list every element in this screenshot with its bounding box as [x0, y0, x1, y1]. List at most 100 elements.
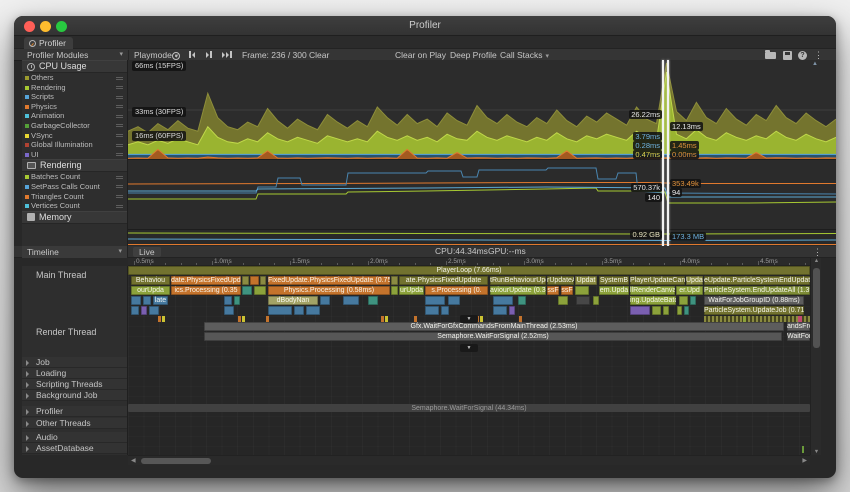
scroll-right-icon[interactable]: ▶	[802, 456, 807, 466]
drag-handle-icon[interactable]	[116, 205, 123, 208]
flame-segment[interactable]: WaitForSig	[787, 332, 810, 341]
legend-item-others[interactable]: Others	[22, 73, 127, 83]
drag-handle-icon[interactable]	[116, 153, 123, 156]
drag-handle-icon[interactable]	[116, 105, 123, 108]
thread-label-scripting-threads[interactable]: Scripting Threads	[22, 379, 127, 390]
flame-segment[interactable]	[684, 306, 689, 315]
memory-chart[interactable]	[128, 230, 836, 246]
load-profile-icon[interactable]	[765, 52, 776, 59]
titlebar[interactable]: Profiler	[14, 16, 836, 36]
chart-pane[interactable]: 66ms (15FPS)33ms (30FPS)16ms (60FPS)26.2…	[128, 60, 836, 246]
drag-handle-icon[interactable]	[116, 195, 123, 198]
flame-segment[interactable]: late	[153, 296, 168, 305]
flame-segment[interactable]	[343, 296, 359, 305]
thread-label-render-thread[interactable]: Render Thread	[22, 327, 127, 338]
flame-segment[interactable]: Updat	[575, 276, 597, 285]
flame-segment[interactable]: urUpda	[399, 286, 424, 295]
legend-item-scripts[interactable]: Scripts	[22, 92, 127, 102]
flame-segment[interactable]	[679, 296, 688, 305]
flame-segment[interactable]: andsFrom	[787, 322, 810, 331]
scrollbar-thumb[interactable]	[141, 458, 211, 464]
legend-item-triangles-count[interactable]: Triangles Count	[22, 192, 127, 202]
flame-segment[interactable]	[575, 286, 589, 295]
next-frame-button[interactable]	[206, 51, 212, 58]
module-header-cpu-usage[interactable]: CPU Usage	[22, 60, 127, 73]
flame-segment[interactable]	[320, 296, 330, 305]
save-profile-icon[interactable]	[783, 51, 792, 60]
rendering-chart[interactable]	[128, 160, 836, 230]
thread-label-loading[interactable]: Loading	[22, 368, 127, 379]
flame-segment[interactable]	[131, 306, 139, 315]
drag-handle-icon[interactable]	[116, 185, 123, 188]
flame-segment[interactable]: Behaviou	[131, 276, 170, 285]
flame-segment[interactable]: ing.UpdateBatch	[630, 296, 676, 305]
vertical-scrollbar[interactable]: ▲ ▼	[810, 258, 821, 455]
flame-segment[interactable]: FixedUpdate.PhysicsFixedUpdate (0.75ms)	[268, 276, 390, 285]
flame-segment[interactable]	[425, 296, 445, 305]
flame-segment[interactable]: ssF	[561, 286, 573, 295]
flame-segment[interactable]: eUpdate.ParticleSystemEndUpdateAll (1	[704, 276, 810, 285]
flame-segment[interactable]	[630, 306, 650, 315]
drag-handle-icon[interactable]	[116, 176, 123, 179]
flame-segment[interactable]	[576, 296, 590, 305]
thread-label-assetdatabase[interactable]: AssetDatabase	[22, 443, 127, 454]
flame-segment[interactable]	[294, 306, 304, 315]
cpu-usage-chart[interactable]	[128, 60, 836, 160]
drag-handle-icon[interactable]	[116, 86, 123, 89]
expand-rows-button[interactable]: ▼	[460, 315, 478, 323]
legend-item-rendering[interactable]: Rendering	[22, 83, 127, 93]
thread-label-profiler[interactable]: Profiler	[22, 406, 127, 417]
flame-segment[interactable]	[518, 296, 526, 305]
flame-segment[interactable]: date.PhysicsFixedUpdate (0	[171, 276, 241, 285]
prev-frame-button[interactable]	[189, 51, 195, 58]
legend-item-physics[interactable]: Physics	[22, 102, 127, 112]
drag-handle-icon[interactable]	[116, 77, 123, 80]
flame-segment[interactable]	[558, 296, 568, 305]
flame-segment[interactable]: Updat	[686, 276, 703, 285]
legend-item-vsync[interactable]: VSync	[22, 131, 127, 141]
flame-segment[interactable]: s.Processing (0.	[425, 286, 488, 295]
flame-segment[interactable]	[254, 286, 266, 295]
flame-segment[interactable]: tRunBehaviourUpd	[490, 276, 546, 285]
flame-segment[interactable]: Semaphore.WaitForSignal (2.52ms)	[204, 332, 782, 341]
legend-item-vertices-count[interactable]: Vertices Count	[22, 201, 127, 211]
legend-item-ui[interactable]: UI	[22, 150, 127, 160]
flame-segment[interactable]	[242, 286, 252, 295]
flame-segment[interactable]: WaitForJobGroupID (0.88ms)	[704, 296, 804, 305]
scroll-up-icon[interactable]: ▲	[811, 258, 822, 264]
thread-label-other-threads[interactable]: Other Threads	[22, 418, 127, 429]
flame-segment[interactable]: ParticleSystem.UpdateJob (0.71ms)	[704, 306, 804, 315]
thread-label-background-job[interactable]: Background Job	[22, 390, 127, 401]
flame-segment[interactable]	[242, 276, 249, 285]
flame-segment[interactable]: PlayerLoop (7.66ms)	[128, 266, 810, 275]
flame-segment[interactable]	[493, 306, 507, 315]
flame-segment[interactable]	[250, 276, 259, 285]
flame-segment[interactable]: ourUpda	[131, 286, 170, 295]
flame-segment[interactable]: em.Upda	[599, 286, 629, 295]
legend-item-batches-count[interactable]: Batches Count	[22, 172, 127, 182]
flame-segment[interactable]	[131, 296, 141, 305]
flame-segment[interactable]	[260, 276, 266, 285]
flame-segment[interactable]	[493, 296, 513, 305]
flame-segment[interactable]	[268, 306, 292, 315]
flame-segment[interactable]	[690, 296, 696, 305]
timeline-kebab-icon[interactable]: ⋮	[813, 246, 822, 258]
drag-handle-icon[interactable]	[116, 134, 123, 137]
drag-handle-icon[interactable]	[116, 144, 123, 147]
flame-segment[interactable]	[677, 306, 682, 315]
flame-segment[interactable]	[224, 296, 232, 305]
scroll-down-icon[interactable]: ▼	[811, 449, 822, 455]
drag-handle-icon[interactable]	[116, 124, 123, 127]
flame-segment[interactable]	[391, 286, 398, 295]
flame-segment[interactable]	[224, 306, 234, 315]
live-button[interactable]: Live	[133, 247, 161, 257]
time-ruler[interactable]: 0.5ms1.0ms1.5ms2.0ms2.5ms3.0ms3.5ms4.0ms…	[128, 258, 810, 266]
flame-segment[interactable]: ate.PhysicsFixedUpdate	[399, 276, 488, 285]
thread-label-audio[interactable]: Audio	[22, 432, 127, 443]
flame-segment[interactable]	[425, 306, 439, 315]
module-header-rendering[interactable]: Rendering	[22, 159, 127, 172]
job-stripe-band[interactable]	[704, 316, 810, 322]
flame-segment[interactable]	[663, 306, 669, 315]
timeline-view-dropdown[interactable]: Timeline▾	[22, 246, 128, 258]
drag-handle-icon[interactable]	[116, 96, 123, 99]
